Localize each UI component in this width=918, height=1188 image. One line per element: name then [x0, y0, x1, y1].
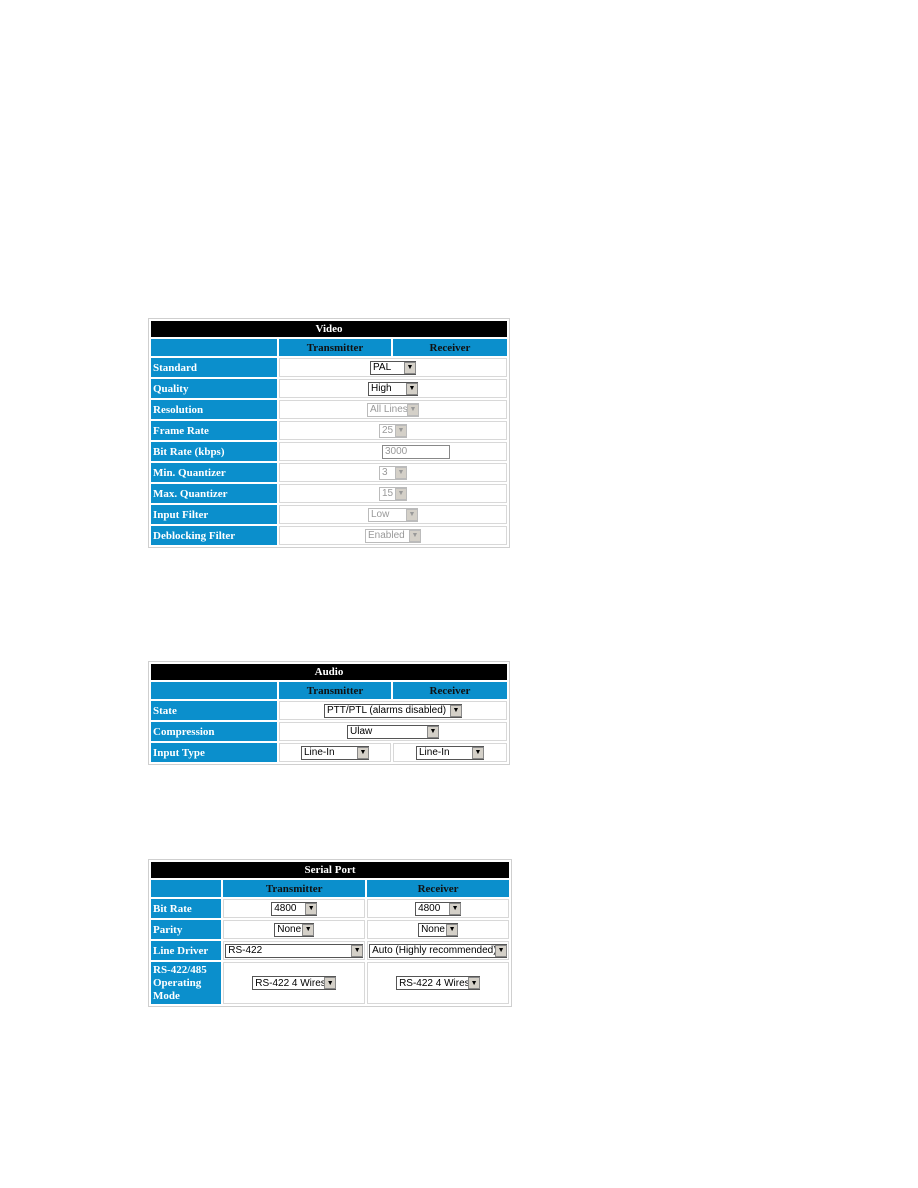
- deblocking-filter-label: Deblocking Filter: [151, 526, 277, 545]
- chevron-down-icon: ▼: [472, 746, 484, 759]
- chevron-down-icon: ▼: [495, 944, 508, 957]
- video-header-transmitter: Transmitter: [279, 339, 391, 356]
- audio-row-compression: Compression Ulaw ▼: [151, 722, 507, 741]
- chevron-down-icon: ▼: [427, 725, 439, 738]
- chevron-down-icon: ▼: [409, 529, 421, 542]
- chevron-down-icon: ▼: [404, 361, 416, 374]
- min-quantizer-select[interactable]: 3 ▼: [379, 465, 407, 480]
- audio-row-state: State PTT/PTL (alarms disabled) ▼: [151, 701, 507, 720]
- input-type-label: Input Type: [151, 743, 277, 762]
- max-quantizer-label: Max. Quantizer: [151, 484, 277, 503]
- deblocking-filter-select[interactable]: Enabled ▼: [365, 528, 421, 543]
- serial-port-table: Serial Port Transmitter Receiver Bit Rat…: [148, 859, 512, 1007]
- max-quantizer-select[interactable]: 15 ▼: [379, 486, 407, 501]
- chevron-down-icon: ▼: [449, 902, 462, 915]
- video-row-bit-rate: Bit Rate (kbps) 3000: [151, 442, 507, 461]
- compression-select[interactable]: Ulaw ▼: [347, 724, 439, 739]
- input-filter-label: Input Filter: [151, 505, 277, 524]
- min-quantizer-label: Min. Quantizer: [151, 463, 277, 482]
- video-row-min-quantizer: Min. Quantizer 3 ▼: [151, 463, 507, 482]
- operating-mode-receiver-select[interactable]: RS-422 4 Wires ▼: [396, 976, 481, 990]
- chevron-down-icon: ▼: [357, 746, 369, 759]
- parity-transmitter-select[interactable]: None ▼: [274, 922, 315, 937]
- line-driver-label: Line Driver: [151, 941, 222, 960]
- serial-header-transmitter: Transmitter: [223, 880, 366, 897]
- video-row-standard: Standard PAL ▼: [151, 358, 507, 377]
- chevron-down-icon: ▼: [395, 487, 407, 500]
- chevron-down-icon: ▼: [406, 382, 418, 395]
- chevron-down-icon: ▼: [351, 944, 364, 957]
- parity-label: Parity: [151, 920, 222, 939]
- frame-rate-select[interactable]: 25 ▼: [379, 423, 407, 438]
- video-row-quality: Quality High ▼: [151, 379, 507, 398]
- frame-rate-label: Frame Rate: [151, 421, 277, 440]
- serial-bit-rate-receiver-select[interactable]: 4800 ▼: [415, 901, 462, 916]
- serial-row-operating-mode: RS-422/485 Operating Mode RS-422 4 Wires…: [151, 962, 509, 1004]
- resolution-label: Resolution: [151, 400, 277, 419]
- video-row-deblocking-filter: Deblocking Filter Enabled ▼: [151, 526, 507, 545]
- bit-rate-input[interactable]: 3000: [382, 444, 450, 459]
- video-table: Video Transmitter Receiver Standard PAL ▼…: [148, 318, 510, 548]
- chevron-down-icon: ▼: [446, 923, 459, 936]
- chevron-down-icon: ▼: [305, 902, 318, 915]
- video-row-max-quantizer: Max. Quantizer 15 ▼: [151, 484, 507, 503]
- input-filter-select[interactable]: Low ▼: [368, 507, 418, 522]
- audio-header-blank: [151, 682, 277, 699]
- serial-header-receiver: Receiver: [367, 880, 509, 897]
- line-driver-receiver-select[interactable]: Auto (Highly recommended) ▼: [369, 943, 508, 958]
- chevron-down-icon: ▼: [302, 923, 315, 936]
- video-row-frame-rate: Frame Rate 25 ▼: [151, 421, 507, 440]
- state-label: State: [151, 701, 277, 720]
- resolution-select[interactable]: All Lines ▼: [367, 402, 419, 417]
- input-type-receiver-select[interactable]: Line-In ▼: [416, 745, 484, 760]
- serial-header-blank: [151, 880, 222, 897]
- serial-row-line-driver: Line Driver RS-422 ▼ Auto (Highly recomme…: [151, 941, 509, 960]
- chevron-down-icon: ▼: [407, 403, 419, 416]
- audio-row-input-type: Input Type Line-In ▼ Line-In ▼: [151, 743, 507, 762]
- video-title: Video: [151, 321, 507, 337]
- video-header-blank: [151, 339, 277, 356]
- video-header-receiver: Receiver: [393, 339, 507, 356]
- chevron-down-icon: ▼: [395, 466, 407, 479]
- serial-bit-rate-transmitter-select[interactable]: 4800 ▼: [271, 901, 318, 916]
- video-row-input-filter: Input Filter Low ▼: [151, 505, 507, 524]
- serial-row-parity: Parity None ▼ None ▼: [151, 920, 509, 939]
- bit-rate-label: Bit Rate (kbps): [151, 442, 277, 461]
- serial-port-title: Serial Port: [151, 862, 509, 878]
- video-row-resolution: Resolution All Lines ▼: [151, 400, 507, 419]
- serial-bit-rate-label: Bit Rate: [151, 899, 222, 918]
- chevron-down-icon: ▼: [406, 508, 418, 521]
- chevron-down-icon: ▼: [450, 704, 462, 717]
- line-driver-transmitter-select[interactable]: RS-422 ▼: [225, 943, 364, 958]
- operating-mode-transmitter-select[interactable]: RS-422 4 Wires ▼: [252, 976, 337, 990]
- quality-label: Quality: [151, 379, 277, 398]
- standard-label: Standard: [151, 358, 277, 377]
- chevron-down-icon: ▼: [395, 424, 407, 437]
- parity-receiver-select[interactable]: None ▼: [418, 922, 459, 937]
- audio-header-transmitter: Transmitter: [279, 682, 391, 699]
- compression-label: Compression: [151, 722, 277, 741]
- operating-mode-label: RS-422/485 Operating Mode: [151, 962, 222, 1004]
- quality-select[interactable]: High ▼: [368, 381, 418, 396]
- serial-row-bit-rate: Bit Rate 4800 ▼ 4800 ▼: [151, 899, 509, 918]
- input-type-transmitter-select[interactable]: Line-In ▼: [301, 745, 369, 760]
- standard-select[interactable]: PAL ▼: [370, 360, 416, 375]
- audio-table: Audio Transmitter Receiver State PTT/PTL…: [148, 661, 510, 765]
- chevron-down-icon: ▼: [324, 977, 337, 989]
- state-select[interactable]: PTT/PTL (alarms disabled) ▼: [324, 703, 462, 718]
- audio-title: Audio: [151, 664, 507, 680]
- chevron-down-icon: ▼: [468, 977, 481, 989]
- audio-header-receiver: Receiver: [393, 682, 507, 699]
